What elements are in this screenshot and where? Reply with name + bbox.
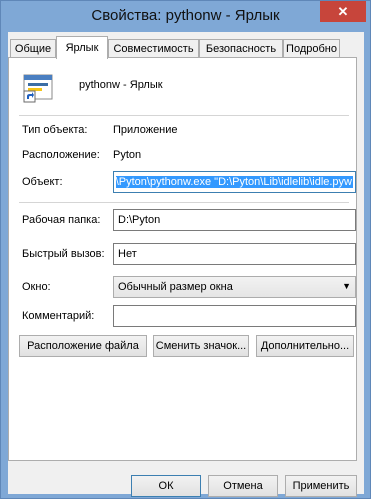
ok-button[interactable]: ОК [131, 475, 201, 497]
shortcut-name: pythonw - Ярлык [79, 79, 163, 91]
hotkey-label: Быстрый вызов: [22, 248, 105, 260]
dialog-client: Общие Ярлык Совместимость Безопасность П… [8, 32, 364, 497]
tab-general[interactable]: Общие [10, 39, 56, 58]
cancel-button[interactable]: Отмена [208, 475, 278, 497]
chevron-down-icon: ▼ [342, 281, 351, 291]
tab-compatibility[interactable]: Совместимость [108, 39, 199, 58]
location-value: Pyton [113, 149, 142, 161]
window-mode-label: Окно: [22, 281, 51, 293]
target-input-value: D:\Pyton\pythonw.exe "D:\Pyton\Lib\idlel… [116, 176, 353, 188]
target-input[interactable]: D:\Pyton\pythonw.exe "D:\Pyton\Lib\idlel… [113, 171, 356, 193]
separator [19, 202, 349, 203]
advanced-button[interactable]: Дополнительно... [256, 335, 354, 357]
location-label: Расположение: [22, 149, 100, 161]
comment-label: Комментарий: [22, 310, 95, 322]
tab-strip: Общие Ярлык Совместимость Безопасность П… [8, 36, 364, 59]
properties-window: Свойства: pythonw - Ярлык ✕ Общие Ярлык … [0, 0, 371, 499]
hotkey-input[interactable]: Нет [113, 243, 356, 265]
window-title: Свойства: pythonw - Ярлык [91, 7, 280, 24]
tab-shortcut[interactable]: Ярлык [56, 36, 108, 59]
workdir-input[interactable]: D:\Pyton [113, 209, 356, 231]
change-icon-button[interactable]: Сменить значок... [153, 335, 249, 357]
title-bar: Свойства: pythonw - Ярлык ✕ [1, 1, 370, 31]
shortcut-arrow-icon [23, 90, 36, 103]
target-label: Объект: [22, 176, 63, 188]
window-mode-select[interactable]: Обычный размер окна ▼ [113, 276, 356, 298]
window-mode-value: Обычный размер окна [118, 281, 233, 293]
apply-button[interactable]: Применить [285, 475, 357, 497]
close-button[interactable]: ✕ [320, 1, 366, 22]
separator [19, 115, 349, 116]
comment-input[interactable] [113, 305, 356, 327]
python-app-icon [23, 74, 53, 103]
object-type-label: Тип объекта: [22, 124, 88, 136]
tab-details[interactable]: Подробно [283, 39, 340, 58]
shortcut-panel: pythonw - Ярлык Тип объекта: Приложение … [8, 57, 357, 461]
workdir-label: Рабочая папка: [22, 214, 101, 226]
open-file-location-button[interactable]: Расположение файла [19, 335, 147, 357]
tab-security[interactable]: Безопасность [199, 39, 283, 58]
object-type-value: Приложение [113, 124, 178, 136]
